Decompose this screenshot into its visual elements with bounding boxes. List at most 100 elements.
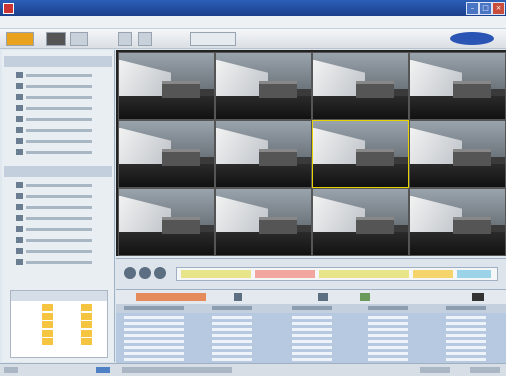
calendar-day[interactable]	[29, 347, 40, 354]
tree-item[interactable]	[16, 116, 100, 123]
camera-tile[interactable]	[215, 188, 312, 256]
camera-tile[interactable]	[312, 188, 409, 256]
camera-tile[interactable]	[215, 52, 312, 120]
tree-group-1[interactable]	[4, 56, 112, 67]
calendar-day[interactable]	[94, 330, 105, 337]
camera-tile[interactable]	[118, 52, 215, 120]
toolbar-button-3[interactable]	[70, 32, 88, 46]
camera-tile[interactable]	[312, 120, 409, 188]
table-cell	[446, 328, 486, 331]
event-filter-bar	[116, 289, 506, 305]
calendar-day[interactable]	[29, 338, 40, 345]
tree-item[interactable]	[16, 204, 100, 211]
status-indicator	[96, 367, 110, 373]
calendar-day[interactable]	[42, 312, 53, 320]
minimize-button[interactable]: –	[466, 2, 479, 15]
toolbar-button-4[interactable]	[118, 32, 132, 46]
toolbar-button-5[interactable]	[138, 32, 152, 46]
tree-item[interactable]	[16, 149, 100, 156]
calendar-day[interactable]	[16, 347, 27, 354]
calendar-day[interactable]	[81, 321, 92, 328]
calendar-day[interactable]	[55, 313, 66, 320]
camera-icon[interactable]	[472, 293, 484, 301]
calendar-day[interactable]	[16, 338, 27, 345]
tree-item[interactable]	[16, 105, 100, 112]
calendar-day[interactable]	[42, 347, 53, 354]
tree-item[interactable]	[16, 193, 100, 200]
tree-item[interactable]	[16, 72, 100, 79]
tree-item[interactable]	[16, 138, 100, 145]
calendar-day[interactable]	[94, 347, 105, 354]
toolbar-button-6[interactable]	[190, 32, 236, 46]
calendar-day[interactable]	[16, 313, 27, 320]
camera-tile[interactable]	[409, 120, 506, 188]
calendar-day[interactable]	[81, 312, 92, 320]
calendar-day[interactable]	[81, 329, 92, 337]
toolbar-button-1[interactable]	[6, 32, 34, 46]
calendar-day[interactable]	[94, 304, 105, 311]
export-icon[interactable]	[360, 293, 370, 301]
calendar-day[interactable]	[68, 321, 79, 328]
calendar-day[interactable]	[55, 304, 66, 311]
camera-tile[interactable]	[409, 188, 506, 256]
calendar-day[interactable]	[55, 321, 66, 328]
forward-icon[interactable]	[154, 267, 166, 279]
column-header[interactable]	[124, 306, 184, 310]
column-header[interactable]	[368, 306, 408, 310]
tree-item[interactable]	[16, 94, 100, 101]
calendar-day[interactable]	[55, 347, 66, 354]
calendar-day[interactable]	[68, 304, 79, 311]
calendar-day[interactable]	[94, 338, 105, 345]
tree-item[interactable]	[16, 83, 100, 90]
camera-tile[interactable]	[118, 120, 215, 188]
calendar-day[interactable]	[94, 321, 105, 328]
calendar-day[interactable]	[42, 329, 53, 337]
calendar-day[interactable]	[42, 304, 53, 311]
column-header[interactable]	[446, 306, 486, 310]
calendar-day[interactable]	[81, 338, 92, 345]
column-header[interactable]	[292, 306, 332, 310]
calendar-day[interactable]	[55, 330, 66, 337]
maximize-button[interactable]: □	[479, 2, 492, 15]
calendar-day[interactable]	[68, 347, 79, 354]
tree-item[interactable]	[16, 182, 100, 189]
tree-item[interactable]	[16, 259, 100, 266]
calendar-day[interactable]	[16, 304, 27, 311]
calendar-day[interactable]	[16, 330, 27, 337]
camera-tile[interactable]	[215, 120, 312, 188]
playback-timeline	[116, 258, 506, 289]
close-button[interactable]: ×	[492, 2, 505, 15]
toolbar-button-2[interactable]	[46, 32, 66, 46]
calendar-day[interactable]	[68, 313, 79, 320]
calendar-day[interactable]	[29, 304, 40, 311]
menu-bar	[0, 16, 506, 29]
calendar-day[interactable]	[29, 321, 40, 328]
tree-item[interactable]	[16, 127, 100, 134]
filter-icon[interactable]	[234, 293, 242, 301]
camera-tile[interactable]	[409, 52, 506, 120]
column-header[interactable]	[212, 306, 252, 310]
tree-item[interactable]	[16, 248, 100, 255]
calendar-day[interactable]	[55, 338, 66, 345]
calendar-day[interactable]	[42, 321, 53, 328]
tree-item[interactable]	[16, 226, 100, 233]
calendar-day[interactable]	[81, 347, 92, 354]
calendar-day[interactable]	[68, 338, 79, 345]
calendar-day[interactable]	[81, 304, 92, 311]
tree-group-2[interactable]	[4, 166, 112, 177]
camera-tile[interactable]	[118, 188, 215, 256]
calendar-day[interactable]	[29, 313, 40, 320]
rewind-icon[interactable]	[124, 267, 136, 279]
calendar-day[interactable]	[94, 313, 105, 320]
calendar-day[interactable]	[68, 330, 79, 337]
calendar-day[interactable]	[16, 321, 27, 328]
tree-item[interactable]	[16, 215, 100, 222]
table-cell	[124, 328, 184, 331]
play-icon[interactable]	[139, 267, 151, 279]
calendar-day[interactable]	[42, 338, 53, 345]
camera-tile[interactable]	[312, 52, 409, 120]
calendar-day[interactable]	[29, 330, 40, 337]
timeline-track[interactable]	[176, 267, 498, 281]
search-icon[interactable]	[318, 293, 328, 301]
tree-item[interactable]	[16, 237, 100, 244]
